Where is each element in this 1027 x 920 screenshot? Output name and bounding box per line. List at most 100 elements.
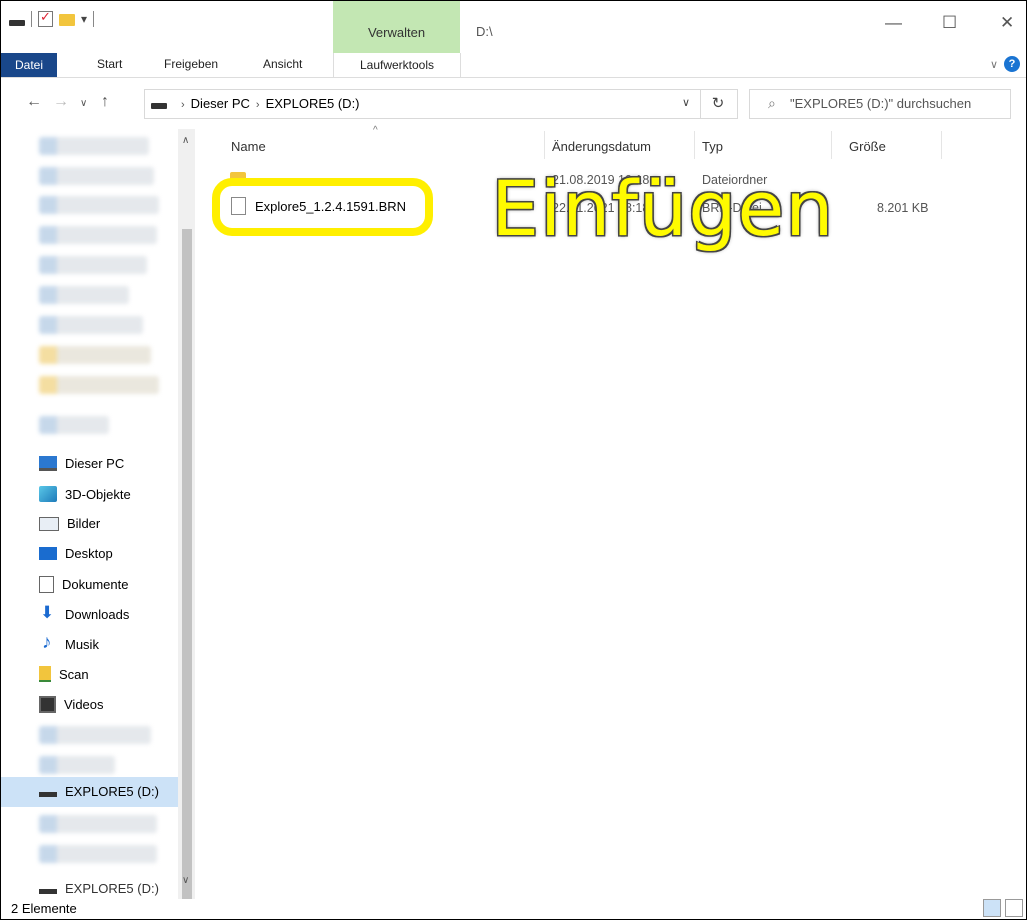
blurred-quick-access-item[interactable] xyxy=(39,286,129,304)
recent-locations-chevron-icon[interactable]: ∨ xyxy=(80,98,87,109)
customize-qat-chevron-icon[interactable]: ▾ xyxy=(81,12,87,26)
pictures-icon xyxy=(39,516,59,531)
column-header-type[interactable]: Typ xyxy=(702,139,723,154)
sidebar-item-label: EXPLORE5 (D:) xyxy=(65,881,159,896)
sidebar-item-this-pc[interactable]: Dieser PC xyxy=(39,456,124,471)
large-icons-view-icon[interactable] xyxy=(1005,899,1023,917)
drive-icon xyxy=(39,792,57,797)
sidebar-item-label: Videos xyxy=(64,697,104,712)
row-size: 8.201 KB xyxy=(877,201,929,215)
sidebar-item-3d-objects[interactable]: 3D-Objekte xyxy=(39,486,131,502)
sidebar-item-label: Desktop xyxy=(65,546,113,561)
help-icon[interactable]: ? xyxy=(1004,56,1020,72)
address-row: ← → ∨ ↑ › Dieser PC › EXPLORE5 (D:) ∨ ↻ ⌕ "… xyxy=(1,85,1026,121)
up-arrow-icon[interactable]: ↑ xyxy=(101,93,109,111)
sidebar-item-label: Scan xyxy=(59,666,89,682)
sidebar-item-label: Musik xyxy=(65,636,99,652)
drive-icon xyxy=(9,20,25,26)
refresh-button[interactable]: ↻ xyxy=(699,89,738,119)
tab-view[interactable]: Ansicht xyxy=(263,57,302,71)
quick-access-toolbar: ▾ xyxy=(9,9,95,27)
close-button[interactable]: ✕ xyxy=(1000,13,1014,33)
column-divider[interactable] xyxy=(544,131,545,159)
details-view-icon[interactable] xyxy=(983,899,1001,917)
highlight-marker xyxy=(212,178,433,236)
title-bar: ▾ Verwalten D:\ — ☐ ✕ xyxy=(1,1,1026,53)
paste-overlay-text: Einfügen xyxy=(491,164,835,253)
video-icon xyxy=(39,696,56,713)
expand-ribbon-chevron-icon[interactable]: ∨ xyxy=(990,58,998,71)
blurred-quick-access-item[interactable] xyxy=(39,137,149,155)
blurred-quick-access-item[interactable] xyxy=(39,226,157,244)
blurred-quick-access-item[interactable] xyxy=(39,196,159,214)
sidebar-item-pictures[interactable]: Bilder xyxy=(39,516,100,531)
column-divider[interactable] xyxy=(694,131,695,159)
column-divider[interactable] xyxy=(831,131,832,159)
tab-start[interactable]: Start xyxy=(97,57,122,71)
scroll-up-arrow-icon[interactable]: ∧ xyxy=(182,135,189,146)
sidebar-item-drive-d[interactable]: EXPLORE5 (D:) xyxy=(39,784,159,799)
minimize-button[interactable]: — xyxy=(885,13,902,33)
column-header-size[interactable]: Größe xyxy=(849,139,886,154)
sidebar-item-label: 3D-Objekte xyxy=(65,486,131,502)
blurred-drive-item[interactable] xyxy=(39,756,115,774)
navigation-scrollbar[interactable]: ∧ ∨ xyxy=(178,129,195,905)
sidebar-item-scan[interactable]: Scan xyxy=(39,666,89,682)
blurred-folder-item[interactable] xyxy=(39,845,157,863)
blurred-quick-access-item[interactable] xyxy=(39,167,154,185)
search-placeholder: "EXPLORE5 (D:)" durchsuchen xyxy=(790,96,972,111)
ribbon-tabs: Datei Start Freigeben Ansicht Laufwerkto… xyxy=(1,53,1026,78)
blurred-quick-access-item[interactable] xyxy=(39,376,159,394)
column-header-name[interactable]: Name xyxy=(231,139,266,154)
blurred-quick-access-item[interactable] xyxy=(39,346,151,364)
blurred-folder-item[interactable] xyxy=(39,815,157,833)
sidebar-item-desktop[interactable]: Desktop xyxy=(39,546,113,561)
breadcrumb-this-pc[interactable]: Dieser PC xyxy=(191,96,250,111)
ribbon-right-controls: ∨ ? xyxy=(990,56,1020,72)
search-input[interactable]: ⌕ "EXPLORE5 (D:)" durchsuchen xyxy=(749,89,1011,119)
drive-icon xyxy=(151,103,167,109)
scan-icon xyxy=(39,666,51,682)
address-dropdown-chevron-icon[interactable]: ∨ xyxy=(682,96,690,109)
context-tab-manage[interactable]: Verwalten xyxy=(333,1,460,53)
status-bar: 2 Elemente xyxy=(1,899,1026,919)
maximize-button[interactable]: ☐ xyxy=(942,13,957,33)
drive-icon xyxy=(39,889,57,894)
download-icon xyxy=(39,603,57,623)
file-list: Name ^ Änderungsdatum Typ Größe 21.08.20… xyxy=(195,125,1026,889)
address-bar[interactable]: › Dieser PC › EXPLORE5 (D:) ∨ xyxy=(144,89,701,119)
scrollbar-thumb[interactable] xyxy=(182,229,192,905)
tab-share[interactable]: Freigeben xyxy=(164,57,218,71)
sidebar-item-label: Bilder xyxy=(67,516,101,531)
sidebar-item-videos[interactable]: Videos xyxy=(39,696,104,713)
column-divider[interactable] xyxy=(941,131,942,159)
blurred-drive-item[interactable] xyxy=(39,726,151,744)
sidebar-item-drive-d-bottom[interactable]: EXPLORE5 (D:) xyxy=(39,881,159,896)
new-folder-icon[interactable] xyxy=(59,14,75,26)
blurred-quick-access-item[interactable] xyxy=(39,256,147,274)
refresh-icon: ↻ xyxy=(711,95,725,112)
breadcrumb-chevron-icon[interactable]: › xyxy=(181,99,185,111)
music-icon xyxy=(39,632,57,654)
tab-drive-tools[interactable]: Laufwerktools xyxy=(333,53,461,77)
properties-check-icon[interactable] xyxy=(38,9,53,27)
sidebar-item-music[interactable]: Musik xyxy=(39,632,99,654)
column-header-date[interactable]: Änderungsdatum xyxy=(552,139,651,154)
sidebar-item-downloads[interactable]: Downloads xyxy=(39,603,129,623)
separator xyxy=(93,11,95,27)
desktop-icon xyxy=(39,547,57,560)
pc-icon xyxy=(39,456,57,471)
breadcrumb-chevron-icon[interactable]: › xyxy=(256,99,260,111)
explorer-window: ▾ Verwalten D:\ — ☐ ✕ Datei Start Freige… xyxy=(0,0,1027,920)
sidebar-item-documents[interactable]: Dokumente xyxy=(39,576,128,593)
breadcrumb-drive[interactable]: EXPLORE5 (D:) xyxy=(266,96,360,111)
scroll-down-arrow-icon[interactable]: ∨ xyxy=(182,875,189,886)
blurred-quick-access-item[interactable] xyxy=(39,416,109,434)
blurred-quick-access-item[interactable] xyxy=(39,316,143,334)
sidebar-item-label: Dieser PC xyxy=(65,456,125,471)
cube-icon xyxy=(39,486,57,502)
back-arrow-icon[interactable]: ← xyxy=(26,93,42,111)
forward-arrow-icon[interactable]: → xyxy=(53,93,69,111)
tab-file[interactable]: Datei xyxy=(1,53,57,77)
item-count: 2 Elemente xyxy=(11,901,77,916)
